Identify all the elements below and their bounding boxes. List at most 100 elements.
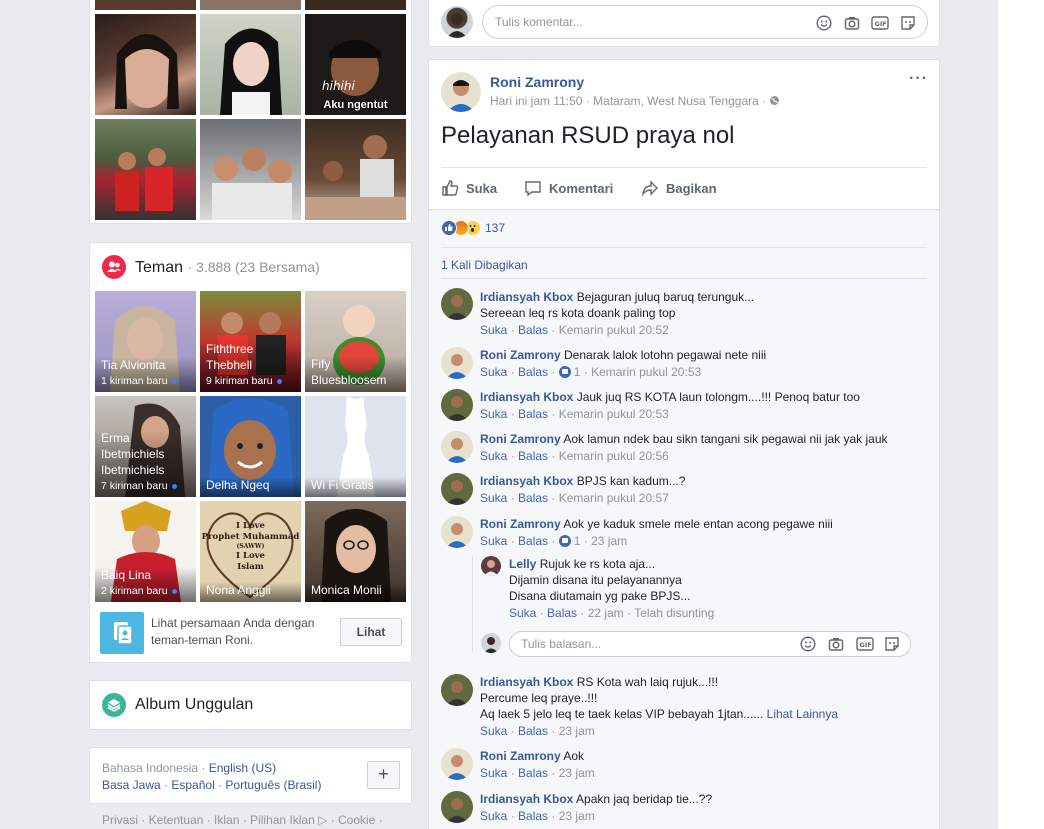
comment-time[interactable]: 23 jam	[591, 534, 627, 548]
reply-avatar[interactable]	[481, 556, 501, 576]
comment-reply-button[interactable]: Balas	[518, 809, 548, 823]
comment-time[interactable]: Kemarin pukul 20:52	[559, 323, 669, 337]
footer-links[interactable]: Privasi · Ketentuan · Iklan · Pilihan Ik…	[102, 813, 383, 827]
author-avatar[interactable]	[441, 72, 481, 112]
friend-tile[interactable]: I Love Prophet Muhammad (SAWW) I Love Is…	[200, 501, 301, 602]
photo-thumb[interactable]	[200, 0, 301, 10]
post-options-icon[interactable]: ···	[909, 71, 928, 87]
comment-time[interactable]: 23 jam	[559, 809, 595, 823]
post-author[interactable]: Roni Zamrony	[490, 74, 584, 90]
friend-name[interactable]: Fify Bluesbloosem	[311, 356, 400, 388]
emoji-icon[interactable]	[800, 636, 816, 652]
commenter-avatar[interactable]	[441, 473, 473, 505]
see-mutual-button[interactable]: Lihat	[340, 618, 402, 646]
reply-like-button[interactable]: Suka	[509, 606, 536, 620]
comment-time[interactable]: 23 jam	[559, 766, 595, 780]
comment-time[interactable]: Kemarin pukul 20:57	[559, 491, 669, 505]
photo-thumb[interactable]	[305, 119, 406, 220]
sticker-icon[interactable]	[899, 14, 917, 32]
photo-thumb[interactable]: hihihi Aku ngentut	[305, 14, 406, 115]
like-action[interactable]: Suka	[441, 178, 497, 198]
comment-action[interactable]: Komentari	[524, 178, 613, 198]
user-avatar[interactable]	[481, 633, 501, 653]
comment-like-button[interactable]: Suka	[480, 809, 507, 823]
camera-icon[interactable]	[843, 14, 861, 32]
comment-reply-button[interactable]: Balas	[518, 323, 548, 337]
commenter-avatar[interactable]	[441, 347, 473, 379]
comment-author[interactable]: Irdiansyah Kbox	[480, 675, 573, 689]
friend-name[interactable]: Fiththree Thebhell	[206, 341, 295, 373]
comment-author[interactable]: Irdiansyah Kbox	[480, 390, 573, 404]
friend-tile[interactable]: Monica Monii	[305, 501, 406, 602]
comment-author[interactable]: Roni Zamrony	[480, 432, 561, 446]
like-action-label[interactable]: Suka	[466, 181, 497, 196]
comment-reply-button[interactable]: Balas	[518, 491, 548, 505]
friend-tile[interactable]: Delha Ngeq	[200, 396, 301, 497]
reaction-summary[interactable]: 137	[441, 220, 505, 236]
comment-author[interactable]: Roni Zamrony	[480, 517, 561, 531]
share-action[interactable]: Bagikan	[641, 178, 717, 198]
friend-name[interactable]: Nona Anggii	[206, 582, 295, 598]
comment-author[interactable]: Roni Zamrony	[480, 749, 561, 763]
comment-author[interactable]: Irdiansyah Kbox	[480, 792, 573, 806]
camera-icon[interactable]	[828, 636, 844, 652]
comment-like-button[interactable]: Suka	[480, 449, 507, 463]
commenter-avatar[interactable]	[441, 674, 473, 706]
comment-reply-button[interactable]: Balas	[518, 407, 548, 421]
post-location[interactable]: · Mataram, West Nusa Tenggara ·	[582, 94, 769, 108]
add-language-button[interactable]: +	[367, 761, 400, 789]
friend-tile[interactable]: Wi Fi Gratis	[305, 396, 406, 497]
commenter-avatar[interactable]	[441, 288, 473, 320]
photo-thumb[interactable]	[305, 0, 406, 10]
comment-reply-button[interactable]: Balas	[518, 365, 548, 379]
language-link[interactable]: Português (Brasil)	[225, 778, 321, 792]
comment-like-button[interactable]: Suka	[480, 491, 507, 505]
comment-time[interactable]: Kemarin pukul 20:53	[591, 365, 701, 379]
comment-input[interactable]: Tulis komentar... GIF	[482, 5, 928, 39]
photo-thumb[interactable]	[95, 119, 196, 220]
friend-tile[interactable]: Baiq Lina 2 kiriman baru	[95, 501, 196, 602]
comment-like-button[interactable]: Suka	[480, 766, 507, 780]
gif-icon[interactable]: GIF	[871, 14, 889, 32]
photo-thumb[interactable]	[95, 14, 196, 115]
language-link[interactable]: Español	[171, 778, 214, 792]
reply-author[interactable]: Lelly	[509, 557, 536, 571]
comment-author[interactable]: Irdiansyah Kbox	[480, 474, 573, 488]
emoji-icon[interactable]	[815, 14, 833, 32]
friend-tile[interactable]: Tia Alvionita 1 kiriman baru	[95, 291, 196, 392]
photo-thumb[interactable]	[200, 119, 301, 220]
reply-edited[interactable]: Telah disunting	[634, 606, 714, 620]
comment-time[interactable]: 23 jam	[559, 724, 595, 738]
sticker-icon[interactable]	[884, 636, 900, 652]
photo-thumb[interactable]	[200, 14, 301, 115]
friend-name[interactable]: Monica Monii	[311, 582, 400, 598]
album-title[interactable]: Album Unggulan	[135, 695, 253, 715]
friends-title-text[interactable]: Teman	[135, 259, 183, 276]
friend-name[interactable]: Tia Alvionita	[101, 357, 190, 373]
language-link[interactable]: Basa Jawa	[102, 778, 161, 792]
comment-like-button[interactable]: Suka	[480, 365, 507, 379]
comment-author[interactable]: Roni Zamrony	[480, 348, 561, 362]
reply-time[interactable]: 22 jam	[588, 606, 624, 620]
comment-author[interactable]: Irdiansyah Kbox	[480, 290, 573, 304]
comment-reply-button[interactable]: Balas	[518, 534, 548, 548]
language-link[interactable]: English (US)	[209, 761, 276, 775]
comment-action-label[interactable]: Komentari	[549, 181, 613, 196]
commenter-avatar[interactable]	[441, 389, 473, 421]
photo-thumb[interactable]	[95, 0, 196, 10]
comment-like-button[interactable]: Suka	[480, 724, 507, 738]
friends-title[interactable]: Teman · 3.888 (23 Bersama)	[135, 257, 320, 278]
user-avatar[interactable]	[441, 6, 473, 38]
comment-time[interactable]: Kemarin pukul 20:53	[559, 407, 669, 421]
friend-name[interactable]: Baiq Lina	[101, 567, 190, 583]
reply-input[interactable]: Tulis balasan... GIF	[509, 631, 911, 657]
commenter-avatar[interactable]	[441, 791, 473, 823]
commenter-avatar[interactable]	[441, 748, 473, 780]
friend-tile[interactable]: Fify Bluesbloosem	[305, 291, 406, 392]
comment-reply-button[interactable]: Balas	[518, 724, 548, 738]
friend-name[interactable]: Erma Ibetmichiels Ibetmichiels	[101, 430, 190, 478]
share-action-label[interactable]: Bagikan	[666, 181, 717, 196]
comment-like-button[interactable]: Suka	[480, 407, 507, 421]
friend-tile[interactable]: Fiththree Thebhell 9 kiriman baru	[200, 291, 301, 392]
comment-like-button[interactable]: Suka	[480, 323, 507, 337]
